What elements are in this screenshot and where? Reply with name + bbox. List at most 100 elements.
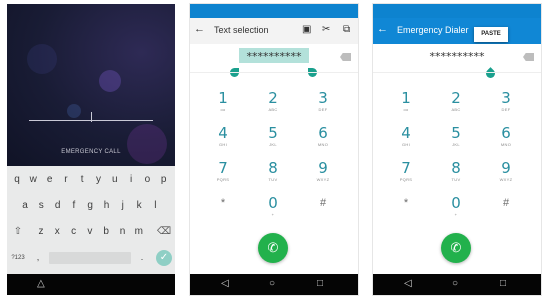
cut-icon[interactable]: ✂: [322, 24, 330, 35]
dialpad-digit: 4: [218, 124, 228, 142]
dialpad-key-5[interactable]: 5 JKL: [436, 125, 476, 147]
dialpad-key-4[interactable]: 4 GHI: [386, 125, 426, 147]
key-v[interactable]: v: [83, 226, 97, 237]
key-q[interactable]: q: [10, 174, 24, 185]
dialpad-key-2[interactable]: 2 ABC: [436, 90, 476, 112]
symbols-key[interactable]: ?123: [9, 255, 27, 261]
action-bar-title: Emergency Dialer: [397, 25, 469, 35]
key-h[interactable]: h: [100, 200, 114, 211]
dialpad-key-9[interactable]: 9 WXYZ: [486, 160, 526, 182]
paste-popup-button[interactable]: PASTE: [474, 27, 508, 42]
call-button[interactable]: ✆: [258, 233, 288, 263]
key-b[interactable]: b: [99, 226, 113, 237]
key-i[interactable]: i: [124, 174, 138, 185]
action-bar: ← Emergency Dialer: [373, 18, 541, 44]
dialpad-key-8[interactable]: 8 TUV: [436, 160, 476, 182]
dialpad-letters: [386, 212, 426, 217]
dialpad-digit: 8: [268, 159, 278, 177]
dialpad-key-pound[interactable]: #: [486, 195, 526, 217]
key-m[interactable]: m: [132, 226, 146, 237]
dialpad-letters: oo: [403, 107, 409, 112]
dialpad-key-8[interactable]: 8 TUV: [253, 160, 293, 182]
dialpad-digit: #: [502, 197, 510, 209]
dialpad-key-7[interactable]: 7 PQRS: [386, 160, 426, 182]
dialpad-key-pound[interactable]: #: [303, 195, 343, 217]
copy-icon[interactable]: ⧉: [343, 24, 350, 35]
dialpad-key-4[interactable]: 4 GHI: [203, 125, 243, 147]
dialpad-digit: 9: [318, 159, 328, 177]
dialpad-digit: 1: [218, 89, 228, 107]
recents-icon[interactable]: □: [500, 278, 506, 289]
period-key[interactable]: .: [135, 252, 149, 262]
select-all-icon[interactable]: ▣: [302, 24, 311, 35]
dialpad-letters: DEF: [501, 107, 511, 112]
dialpad-key-1[interactable]: 1 oo: [386, 90, 426, 112]
key-r[interactable]: r: [59, 174, 73, 185]
dialpad-letters: PQRS: [216, 177, 230, 182]
dialpad-key-6[interactable]: 6 MNO: [303, 125, 343, 147]
dialpad-digit: *: [403, 197, 409, 209]
shift-key[interactable]: ⇧: [11, 226, 25, 237]
key-s[interactable]: s: [34, 200, 48, 211]
digits-text[interactable]: **********: [373, 50, 541, 63]
dialpad-key-3[interactable]: 3 DEF: [486, 90, 526, 112]
call-button[interactable]: ✆: [441, 233, 471, 263]
dialpad-letters: TUV: [268, 177, 278, 182]
key-u[interactable]: u: [108, 174, 122, 185]
key-o[interactable]: o: [140, 174, 154, 185]
key-x[interactable]: x: [50, 226, 64, 237]
dialpad-key-5[interactable]: 5 JKL: [253, 125, 293, 147]
key-f[interactable]: f: [67, 200, 81, 211]
digits-text[interactable]: **********: [190, 50, 358, 63]
key-l[interactable]: l: [148, 200, 162, 211]
dialpad-key-star[interactable]: *: [386, 195, 426, 217]
key-p[interactable]: p: [157, 174, 171, 185]
dialpad-key-9[interactable]: 9 WXYZ: [303, 160, 343, 182]
home-icon[interactable]: ○: [452, 278, 458, 289]
comma-key[interactable]: ,: [31, 252, 45, 262]
dialpad-digit: 2: [268, 89, 278, 107]
dialpad-key-0[interactable]: 0 +: [436, 195, 476, 217]
key-k[interactable]: k: [132, 200, 146, 211]
back-arrow-icon[interactable]: ←: [377, 23, 388, 35]
digits-field[interactable]: **********: [190, 44, 358, 77]
enter-key[interactable]: ✓: [156, 250, 172, 266]
key-t[interactable]: t: [75, 174, 89, 185]
key-z[interactable]: z: [34, 226, 48, 237]
dialpad-key-star[interactable]: *: [203, 195, 243, 217]
dialpad-key-2[interactable]: 2 ABC: [253, 90, 293, 112]
back-icon[interactable]: ◁: [221, 278, 229, 289]
key-y[interactable]: y: [92, 174, 106, 185]
dialpad-letters: WXYZ: [499, 177, 513, 182]
dialpad-letters: [486, 212, 526, 217]
space-key[interactable]: [49, 252, 131, 264]
key-g[interactable]: g: [83, 200, 97, 211]
dialpad-digit: *: [220, 197, 226, 209]
dialpad-key-7[interactable]: 7 PQRS: [203, 160, 243, 182]
dialpad-key-3[interactable]: 3 DEF: [303, 90, 343, 112]
bokeh-light: [99, 70, 121, 92]
hide-keyboard-icon[interactable]: ▷: [35, 280, 46, 288]
dialpad-digit: #: [319, 197, 327, 209]
recents-icon[interactable]: □: [317, 278, 323, 289]
home-icon[interactable]: ○: [269, 278, 275, 289]
digits-field[interactable]: **********: [373, 44, 541, 80]
dialpad-key-6[interactable]: 6 MNO: [486, 125, 526, 147]
key-d[interactable]: d: [51, 200, 65, 211]
dialpad-key-0[interactable]: 0 +: [253, 195, 293, 217]
insertion-handle[interactable]: [484, 67, 497, 80]
back-arrow-icon[interactable]: ←: [194, 23, 205, 35]
key-n[interactable]: n: [116, 226, 130, 237]
dialpad-letters: [203, 212, 243, 217]
dialpad-digit: 8: [451, 159, 461, 177]
key-c[interactable]: c: [67, 226, 81, 237]
delete-key[interactable]: ⌫: [157, 226, 171, 237]
key-a[interactable]: a: [18, 200, 32, 211]
emergency-call-button[interactable]: EMERGENCY CALL: [7, 149, 175, 155]
key-e[interactable]: e: [43, 174, 57, 185]
dialpad-key-1[interactable]: 1 oo: [203, 90, 243, 112]
key-j[interactable]: j: [116, 200, 130, 211]
dialpad-digit: 3: [501, 89, 511, 107]
back-icon[interactable]: ◁: [404, 278, 412, 289]
key-w[interactable]: w: [26, 174, 40, 185]
